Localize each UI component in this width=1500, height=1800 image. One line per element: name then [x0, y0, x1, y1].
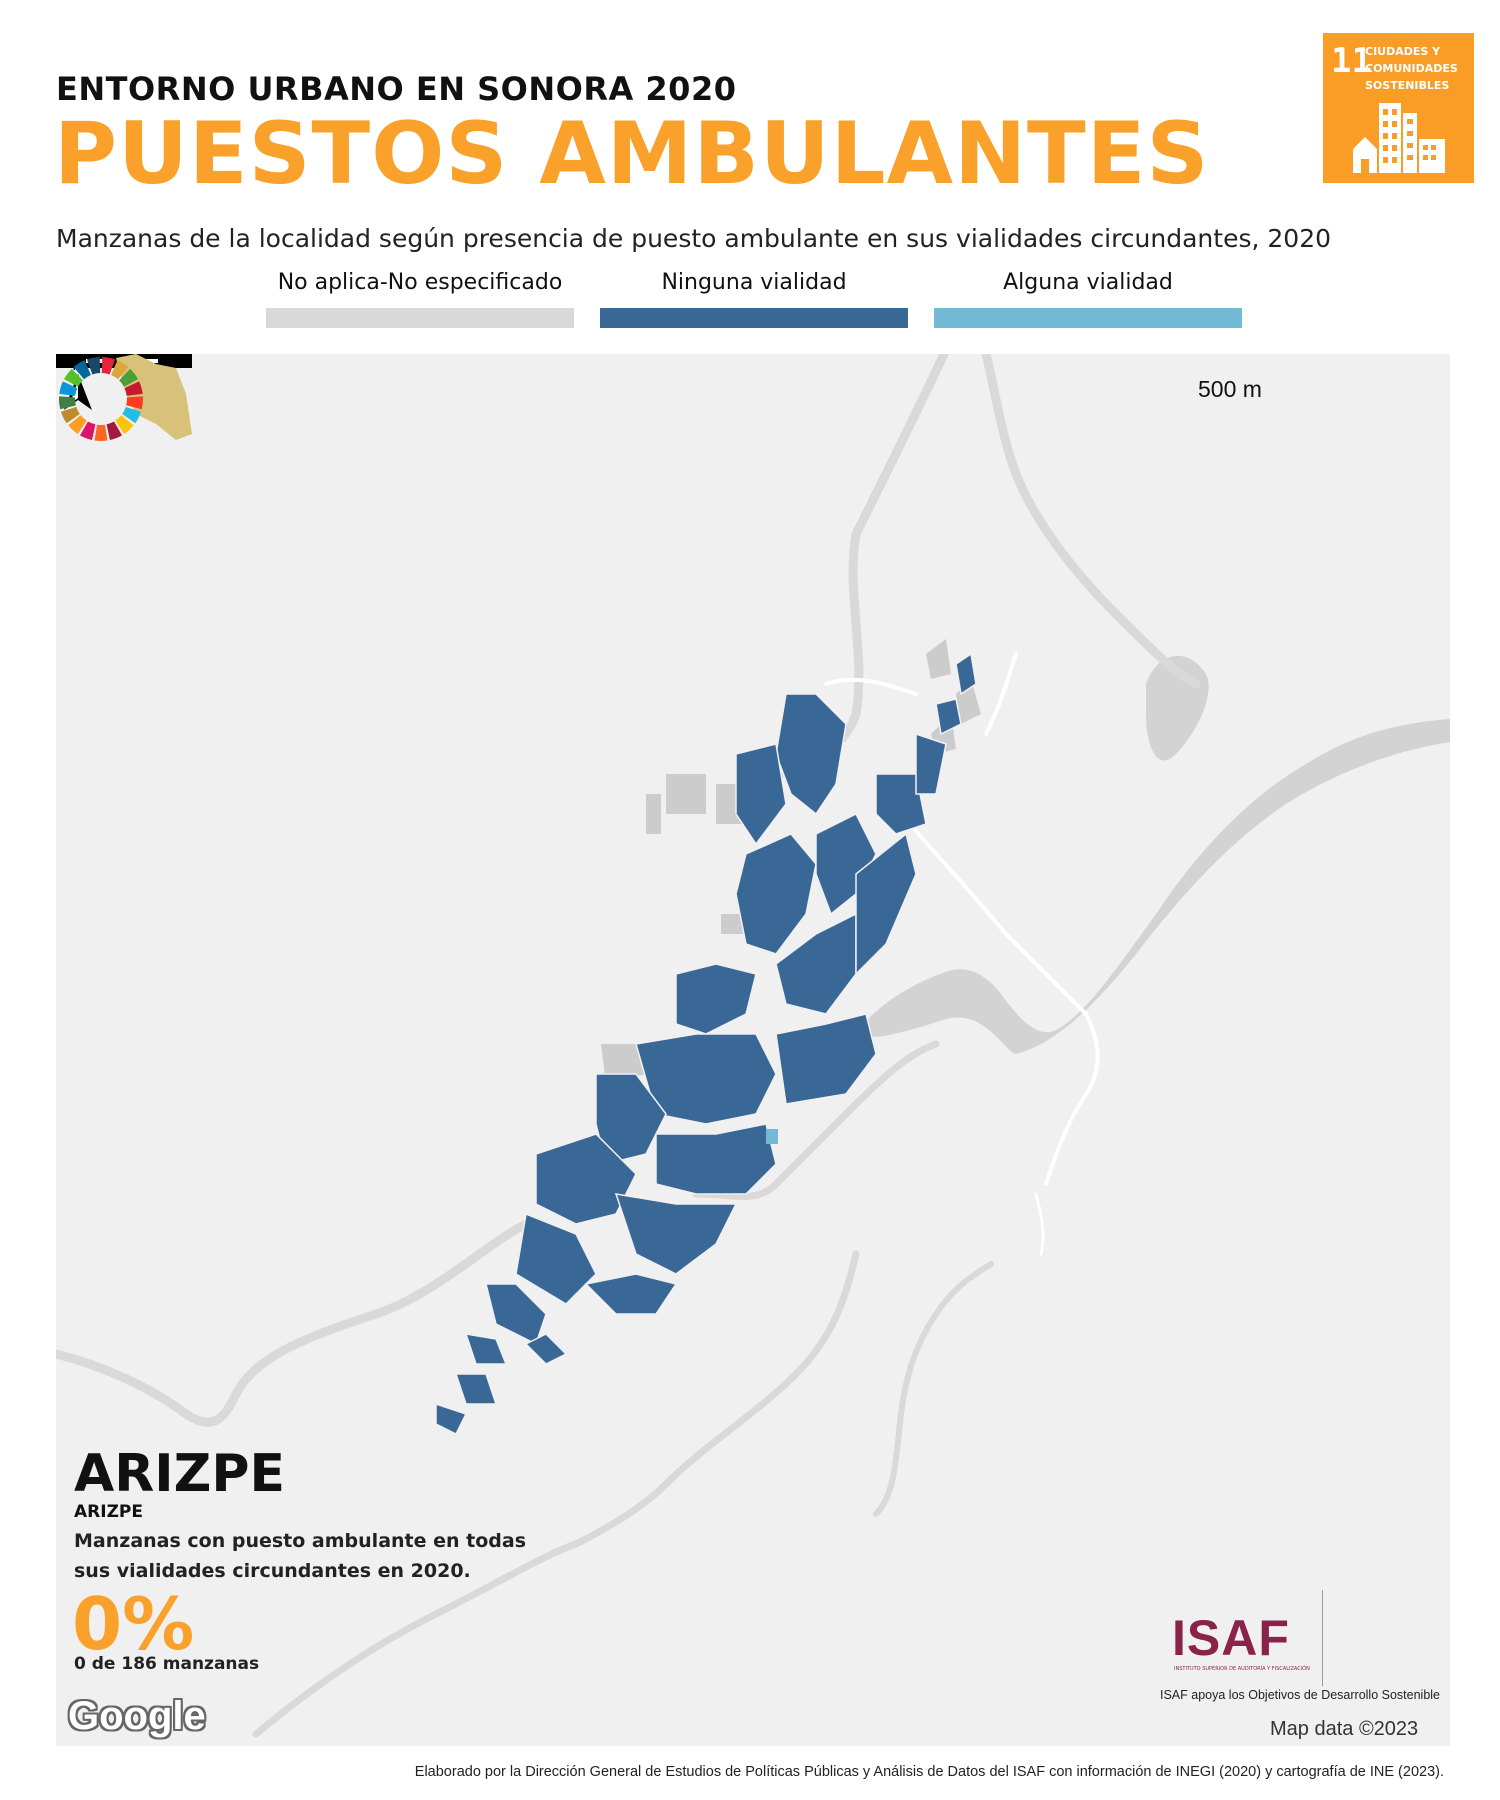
- town-blocks: [435, 652, 977, 1436]
- place-subname: ARIZPE: [74, 1502, 143, 1522]
- sdg-label: CIUDADES Y COMUNIDADES SOSTENIBLES: [1365, 45, 1458, 92]
- scale-label: 500 m: [1198, 376, 1262, 402]
- sdg-wheel-segment: [58, 396, 76, 410]
- legend-swatch: [266, 308, 574, 328]
- sdg-wheel-segment: [94, 424, 108, 441]
- isaf-logo: ISAF: [1172, 1610, 1290, 1666]
- isaf-full-name: INSTITUTO SUPERIOR DE AUDITORÍA Y FISCAL…: [1174, 1666, 1310, 1672]
- isaf-caption: ISAF apoya los Objetivos de Desarrollo S…: [1160, 1688, 1441, 1702]
- city-buildings-icon: [1353, 103, 1445, 173]
- kicker-title: ENTORNO URBANO EN SONORA 2020: [56, 70, 737, 108]
- legend-label: No aplica-No especificado: [277, 270, 563, 295]
- legend-swatch: [934, 308, 1242, 328]
- page-title: PUESTOS AMBULANTES: [54, 104, 1210, 204]
- highlight-block: [766, 1129, 778, 1144]
- sdg-11-badge: 11 CIUDADES Y COMUNIDADES SOSTENIBLES: [1323, 33, 1474, 183]
- map-subtitle: Manzanas de la localidad según presencia…: [56, 224, 1331, 253]
- sdg-wheel-segment: [126, 396, 143, 410]
- place-name: ARIZPE: [74, 1444, 285, 1504]
- stat-description: Manzanas con puesto ambulante en todas s…: [74, 1530, 527, 1582]
- footer-credits: Elaborado por la Dirección General de Es…: [414, 1764, 1444, 1780]
- logo-divider: [1322, 1590, 1323, 1686]
- river-area: [856, 719, 1450, 1054]
- sdg-wheel-icon: [58, 357, 143, 441]
- google-logo[interactable]: Google: [68, 1694, 206, 1739]
- legend-label: Ninguna vialidad: [661, 270, 847, 295]
- map-attribution[interactable]: Map data ©2023: [1270, 1718, 1418, 1741]
- map-canvas[interactable]: 500 m N ARIZPE ARIZPE Manzanas con puest…: [56, 354, 1450, 1746]
- legend-label: Alguna vialidad: [1003, 270, 1173, 295]
- stat-count: 0 de 186 manzanas: [74, 1654, 260, 1674]
- legend-swatch: [600, 308, 908, 328]
